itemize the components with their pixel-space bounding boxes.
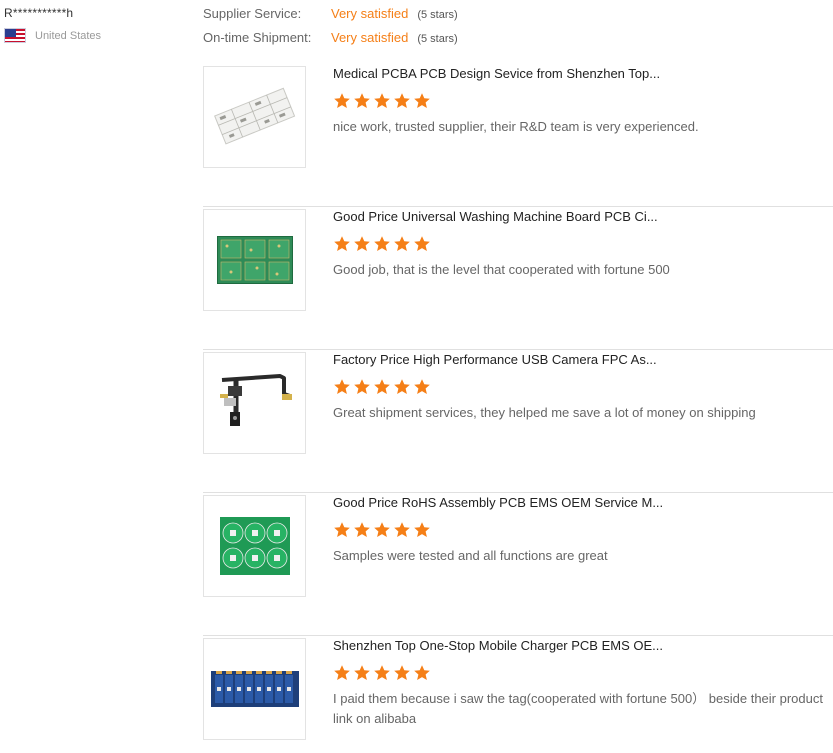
rating-stars-text: (5 stars) [417, 33, 458, 45]
product-title-link[interactable]: Good Price RoHS Assembly PCB EMS OEM Ser… [333, 495, 830, 511]
star-icon [334, 93, 350, 108]
star-icon [394, 93, 410, 108]
star-icon [354, 93, 370, 108]
white-pcb-image [213, 87, 295, 145]
star-rating [333, 378, 830, 396]
star-icon [354, 379, 370, 394]
star-icon [374, 236, 390, 251]
product-review-list: Medical PCBA PCB Design Sevice from Shen… [203, 64, 833, 753]
star-icon [374, 665, 390, 680]
star-icon [354, 236, 370, 251]
star-icon [414, 522, 430, 537]
star-icon [334, 379, 350, 394]
review-body: Good Price Universal Washing Machine Boa… [333, 209, 830, 280]
star-icon [374, 379, 390, 394]
reviewer-info: R***********h United States [4, 6, 101, 43]
rating-stars-text: (5 stars) [417, 9, 458, 21]
review-item: Shenzhen Top One-Stop Mobile Charger PCB… [203, 636, 833, 753]
green-pcb-panel-image [216, 236, 293, 284]
star-icon [374, 93, 390, 108]
review-item: Good Price Universal Washing Machine Boa… [203, 207, 833, 350]
product-thumbnail[interactable] [203, 495, 306, 597]
rating-value: Very satisfied [331, 30, 409, 45]
review-body: Shenzhen Top One-Stop Mobile Charger PCB… [333, 638, 830, 729]
star-icon [334, 522, 350, 537]
rating-label: Supplier Service: [203, 6, 302, 21]
star-icon [394, 522, 410, 537]
star-icon [354, 522, 370, 537]
review-comment: nice work, trusted supplier, their R&D t… [333, 119, 699, 134]
star-rating [333, 664, 830, 682]
round-pcb-panel-image [219, 517, 290, 575]
review-body: Factory Price High Performance USB Camer… [333, 352, 830, 423]
star-icon [374, 522, 390, 537]
star-icon [414, 379, 430, 394]
rating-value: Very satisfied [331, 6, 409, 21]
star-rating [333, 92, 830, 110]
product-thumbnail[interactable] [203, 638, 306, 740]
star-icon [414, 236, 430, 251]
star-icon [334, 236, 350, 251]
flex-cable-image [219, 374, 292, 426]
review-body: Medical PCBA PCB Design Sevice from Shen… [333, 66, 830, 137]
blue-pcb-strip-image [210, 671, 299, 707]
product-thumbnail[interactable] [203, 209, 306, 311]
reviewer-country: United States [4, 28, 101, 43]
country-name: United States [35, 29, 102, 42]
rating-row-supplier-service: Supplier Service: Very satisfied (5 star… [203, 6, 458, 30]
review-item: Medical PCBA PCB Design Sevice from Shen… [203, 64, 833, 207]
product-title-link[interactable]: Factory Price High Performance USB Camer… [333, 352, 830, 368]
review-comment: I paid them because i saw the tag(cooper… [333, 691, 823, 726]
review-item: Good Price RoHS Assembly PCB EMS OEM Ser… [203, 493, 833, 636]
star-rating [333, 235, 830, 253]
supplier-ratings: Supplier Service: Very satisfied (5 star… [203, 6, 458, 54]
star-icon [334, 665, 350, 680]
star-icon [394, 236, 410, 251]
star-icon [414, 93, 430, 108]
star-icon [354, 665, 370, 680]
us-flag-icon [4, 28, 26, 43]
reviewer-name: R***********h [4, 6, 74, 20]
star-rating [333, 521, 830, 539]
review-comment: Great shipment services, they helped me … [333, 405, 756, 420]
product-thumbnail[interactable] [203, 66, 306, 168]
star-icon [414, 665, 430, 680]
star-icon [394, 665, 410, 680]
product-title-link[interactable]: Good Price Universal Washing Machine Boa… [333, 209, 830, 225]
product-thumbnail[interactable] [203, 352, 306, 454]
review-comment: Good job, that is the level that coopera… [333, 262, 670, 277]
rating-label: On-time Shipment: [203, 30, 312, 45]
rating-row-on-time-shipment: On-time Shipment: Very satisfied (5 star… [203, 30, 458, 54]
review-item: Factory Price High Performance USB Camer… [203, 350, 833, 493]
product-title-link[interactable]: Shenzhen Top One-Stop Mobile Charger PCB… [333, 638, 830, 654]
star-icon [394, 379, 410, 394]
review-body: Good Price RoHS Assembly PCB EMS OEM Ser… [333, 495, 830, 566]
product-title-link[interactable]: Medical PCBA PCB Design Sevice from Shen… [333, 66, 830, 82]
review-comment: Samples were tested and all functions ar… [333, 548, 608, 563]
